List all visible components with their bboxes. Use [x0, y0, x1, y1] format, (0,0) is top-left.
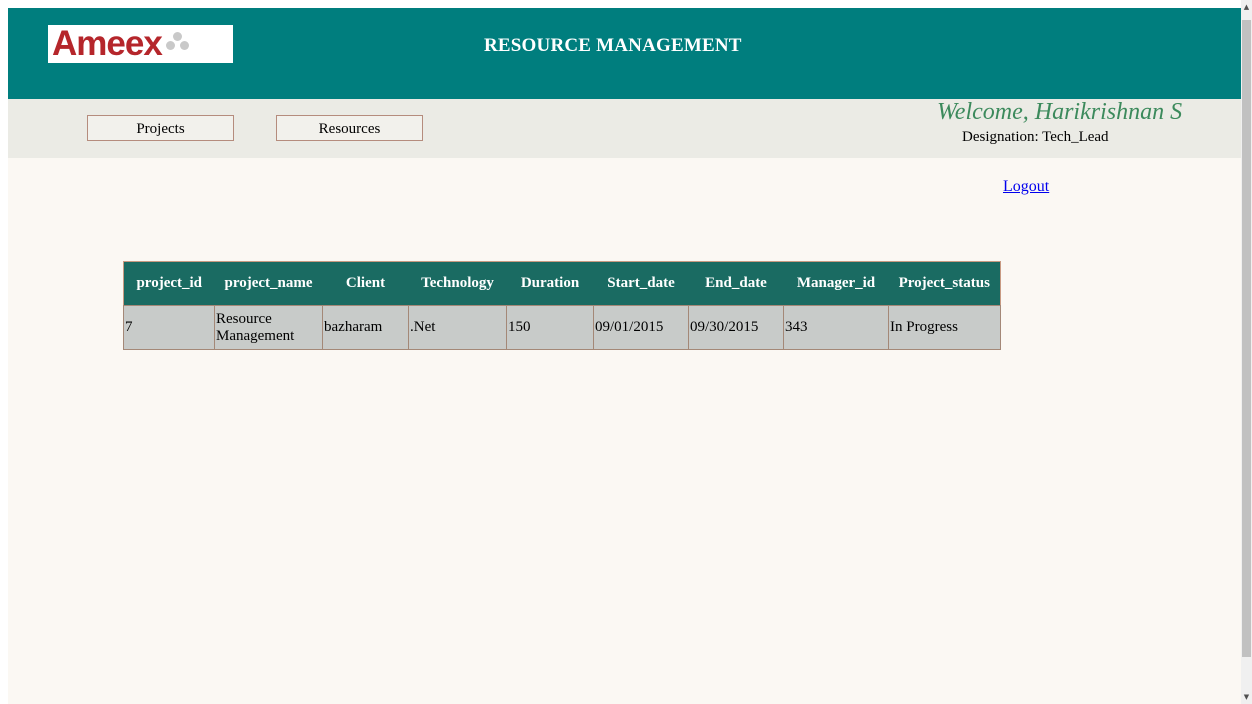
projects-table: project_id project_name Client Technolog…: [123, 261, 1001, 350]
column-header: Project_status: [888, 261, 1001, 306]
table-cell: bazharam: [322, 305, 409, 350]
projects-button[interactable]: Projects: [87, 115, 234, 141]
designation: Designation: Tech_Lead: [962, 129, 1109, 145]
navbar: Projects Resources Welcome, Harikrishnan…: [8, 99, 1241, 158]
column-header: Start_date: [593, 261, 689, 306]
scroll-down-arrow-icon[interactable]: ▼: [1241, 690, 1252, 704]
table-cell: Resource Management: [214, 305, 323, 350]
column-header: Manager_id: [783, 261, 889, 306]
table-cell: 7: [123, 305, 215, 350]
page: Ameex RESOURCE MANAGEMENT Projects Resou…: [8, 8, 1241, 704]
column-header: Client: [322, 261, 409, 306]
logout-link[interactable]: Logout: [1003, 178, 1049, 196]
table-cell: 343: [783, 305, 889, 350]
table-cell: 09/30/2015: [688, 305, 784, 350]
table-cell: 150: [506, 305, 594, 350]
column-header: project_name: [214, 261, 323, 306]
logo: Ameex: [48, 25, 233, 63]
welcome-message: Welcome, Harikrishnan S: [937, 99, 1183, 125]
column-header: Technology: [408, 261, 507, 306]
column-header: Duration: [506, 261, 594, 306]
table-cell: .Net: [408, 305, 507, 350]
vertical-scrollbar[interactable]: ▲ ▼: [1241, 0, 1252, 704]
table-cell: In Progress: [888, 305, 1001, 350]
logo-dots-icon: [164, 30, 192, 58]
column-header: project_id: [123, 261, 215, 306]
app-title: RESOURCE MANAGEMENT: [484, 35, 742, 56]
table-cell: 09/01/2015: [593, 305, 689, 350]
scroll-thumb[interactable]: [1242, 20, 1251, 657]
logo-text: Ameex: [52, 24, 163, 63]
resources-button[interactable]: Resources: [276, 115, 423, 141]
table-row: 7 Resource Management bazharam .Net 150 …: [123, 305, 1001, 350]
column-header: End_date: [688, 261, 784, 306]
table-header-row: project_id project_name Client Technolog…: [123, 261, 1001, 306]
header: Ameex RESOURCE MANAGEMENT: [8, 8, 1241, 99]
scroll-up-arrow-icon[interactable]: ▲: [1241, 0, 1252, 14]
